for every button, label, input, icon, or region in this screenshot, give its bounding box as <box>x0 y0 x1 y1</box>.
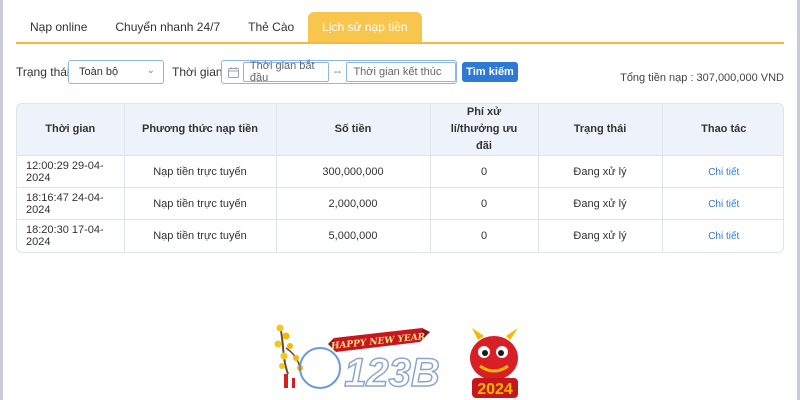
cell-amount: 5,000,000 <box>276 219 431 252</box>
table-header-row: Thời gian Phương thức nạp tiền Số tiền P… <box>17 104 783 156</box>
header-action: Thao tác <box>662 104 783 156</box>
cell-status: Đang xử lý <box>538 155 663 188</box>
logo-artwork: HAPPY NEW YEAR 123B 2024 <box>274 324 518 398</box>
header-fee: Phí xử lí/thưởng ưu đãi <box>430 104 539 156</box>
brand-mark: 123B <box>299 347 441 396</box>
deposit-history-table: Thời gian Phương thức nạp tiền Số tiền P… <box>16 103 784 253</box>
header-time: Thời gian <box>17 104 125 156</box>
tab-nap-online[interactable]: Nạp online <box>16 12 101 42</box>
date-range-picker[interactable]: Thời gian bắt đầu -- Thời gian kết thúc <box>221 60 457 84</box>
tab-bar: Nạp online Chuyển nhanh 24/7 Thẻ Cào Lịc… <box>16 12 784 44</box>
cell-fee: 0 <box>430 219 539 252</box>
status-filter-label: Trạng thái <box>16 65 70 79</box>
brand-logo: HAPPY NEW YEAR 123B 2024 <box>272 318 528 400</box>
end-date-input[interactable]: Thời gian kết thúc <box>346 62 456 82</box>
tab-lich-su-nap-tien[interactable]: Lịch sử nạp tiền <box>308 12 422 42</box>
header-method: Phương thức nạp tiền <box>124 104 277 156</box>
cell-amount: 300,000,000 <box>276 155 431 188</box>
table-row: 18:20:30 17-04-2024 Nạp tiền trực tuyến … <box>17 219 783 252</box>
cell-action: Chi tiết <box>662 219 783 252</box>
total-deposit-text: Tổng tiền nạp : 307,000,000 VND <box>620 72 784 84</box>
blossom-branch-icon <box>274 324 303 388</box>
table-row: 18:16:47 24-04-2024 Nạp tiền trực tuyến … <box>17 187 783 220</box>
cell-time: 18:20:30 17-04-2024 <box>17 219 125 252</box>
header-amount: Số tiền <box>276 104 431 156</box>
cell-method: Nạp tiền trực tuyến <box>124 219 277 252</box>
year-text: 2024 <box>477 381 513 398</box>
date-range-separator: -- <box>333 66 342 78</box>
new-year-banner: HAPPY NEW YEAR <box>328 328 430 352</box>
cell-time: 12:00:29 29-04-2024 <box>17 155 125 188</box>
brand-text: 123B <box>344 351 440 395</box>
table-row: 12:00:29 29-04-2024 Nạp tiền trực tuyến … <box>17 155 783 188</box>
header-status: Trạng thái <box>538 104 663 156</box>
detail-link[interactable]: Chi tiết <box>708 167 739 178</box>
cell-fee: 0 <box>430 187 539 220</box>
cell-method: Nạp tiền trực tuyến <box>124 155 277 188</box>
page-edge-left <box>0 0 3 400</box>
cell-time: 18:16:47 24-04-2024 <box>17 187 125 220</box>
time-filter-label: Thời gian <box>172 65 223 79</box>
search-button[interactable]: Tìm kiếm <box>462 62 518 82</box>
status-select-value: Toàn bộ <box>79 66 119 78</box>
cell-fee: 0 <box>430 155 539 188</box>
tab-the-cao[interactable]: Thẻ Cào <box>234 12 308 42</box>
dragon-mascot-icon: 2024 <box>470 328 518 398</box>
cell-amount: 2,000,000 <box>276 187 431 220</box>
chevron-down-icon: ⌄ <box>146 65 155 76</box>
cell-action: Chi tiết <box>662 187 783 220</box>
cell-action: Chi tiết <box>662 155 783 188</box>
calendar-icon <box>225 60 243 84</box>
detail-link[interactable]: Chi tiết <box>708 199 739 210</box>
start-date-input[interactable]: Thời gian bắt đầu <box>242 60 329 84</box>
cell-status: Đang xử lý <box>538 219 663 252</box>
status-select[interactable]: Toàn bộ ⌄ <box>68 60 164 84</box>
detail-link[interactable]: Chi tiết <box>708 231 739 242</box>
cell-status: Đang xử lý <box>538 187 663 220</box>
tab-chuyen-nhanh[interactable]: Chuyển nhanh 24/7 <box>101 12 234 42</box>
cell-method: Nạp tiền trực tuyến <box>124 187 277 220</box>
